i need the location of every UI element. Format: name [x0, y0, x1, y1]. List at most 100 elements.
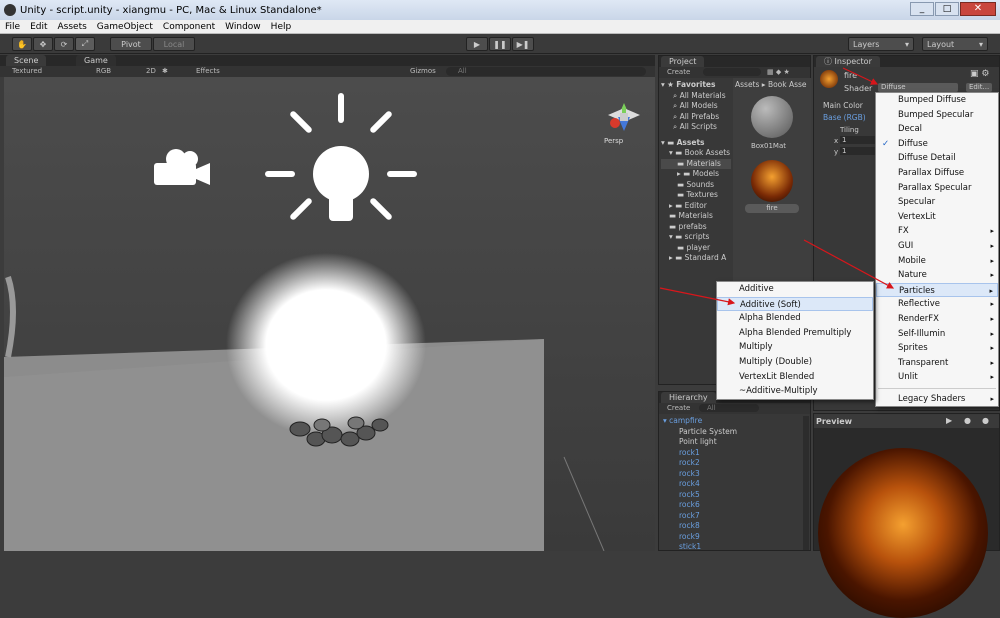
step-button[interactable]: ▶❚	[512, 37, 534, 51]
menu-help[interactable]: Help	[271, 22, 292, 32]
folder-item-selected[interactable]: ▬ Materials	[661, 158, 731, 169]
hierarchy-item[interactable]: rock8	[663, 521, 737, 532]
material-thumb-box01mat[interactable]	[751, 96, 793, 138]
shader-item-vertexlit[interactable]: VertexLit	[876, 210, 998, 225]
menu-assets[interactable]: Assets	[58, 22, 87, 32]
shader-item-renderfx[interactable]: RenderFX ▸	[876, 312, 998, 327]
shader-item-nature[interactable]: Nature ▸	[876, 268, 998, 283]
move-tool-button[interactable]: ✥	[33, 37, 53, 51]
folder-item[interactable]: ▾ ▬ Book Assets	[661, 148, 731, 159]
particles-item-multiply[interactable]: Multiply	[717, 340, 873, 355]
folder-item[interactable]: ▬ Sounds	[661, 180, 731, 191]
hierarchy-item[interactable]: Particle System	[663, 427, 737, 438]
2d-toggle[interactable]: 2D	[146, 66, 156, 77]
maximize-button[interactable]: □	[935, 2, 959, 16]
tab-hierarchy[interactable]: Hierarchy	[661, 392, 716, 403]
shader-item-bumped-specular[interactable]: Bumped Specular	[876, 108, 998, 123]
hierarchy-item[interactable]: Point light	[663, 437, 737, 448]
shader-item-legacy-shaders[interactable]: Legacy Shaders ▸	[876, 392, 998, 407]
fav-item[interactable]: ⌕ All Prefabs	[661, 112, 731, 123]
shader-item-transparent[interactable]: Transparent ▸	[876, 356, 998, 371]
layers-dropdown[interactable]: Layers ▾	[848, 37, 914, 51]
shader-item-particles[interactable]: Particles ▸	[876, 282, 998, 298]
rgb-dropdown[interactable]: RGB	[96, 66, 111, 77]
folder-item[interactable]: ▬ player	[661, 243, 731, 254]
folder-item[interactable]: ▬ Textures	[661, 190, 731, 201]
shader-item-self-illumin[interactable]: Self-Illumin ▸	[876, 327, 998, 342]
hierarchy-item[interactable]: rock9	[663, 532, 737, 543]
particles-item-additive[interactable]: Additive	[717, 282, 873, 297]
shader-item-decal[interactable]: Decal	[876, 122, 998, 137]
shader-item-diffuse[interactable]: ✓ Diffuse	[876, 137, 998, 152]
shader-item-bumped-diffuse[interactable]: Bumped Diffuse	[876, 93, 998, 108]
hierarchy-root[interactable]: ▾ campfire	[663, 416, 737, 427]
preview-sphere-icon[interactable]: ●	[964, 416, 971, 425]
pause-button[interactable]: ❚❚	[489, 37, 511, 51]
shading-dropdown[interactable]: Textured	[12, 66, 42, 77]
menu-file[interactable]: File	[5, 22, 20, 32]
particles-item-alpha-blended-premultiply[interactable]: Alpha Blended Premultiply	[717, 326, 873, 341]
fav-item[interactable]: ⌕ All Models	[661, 101, 731, 112]
tab-inspector[interactable]: ⓘ Inspector	[816, 56, 880, 67]
menu-window[interactable]: Window	[225, 22, 261, 32]
fav-item[interactable]: ⌕ All Scripts	[661, 122, 731, 133]
project-search-input[interactable]	[703, 68, 761, 76]
particles-item-vertexlit-blended[interactable]: VertexLit Blended	[717, 370, 873, 385]
preview-play-icon[interactable]: ▶	[946, 416, 952, 425]
project-create-button[interactable]: Create	[667, 67, 690, 78]
hierarchy-search-input[interactable]: All	[699, 404, 759, 412]
favorites-header[interactable]: ▾ ★ Favorites	[661, 80, 731, 91]
folder-item[interactable]: ▸ ▬ Editor	[661, 201, 731, 212]
close-button[interactable]: ✕	[960, 2, 996, 16]
hierarchy-item[interactable]: rock4	[663, 479, 737, 490]
hierarchy-scrollbar[interactable]	[803, 416, 809, 550]
gizmos-dropdown[interactable]: Gizmos	[410, 66, 436, 77]
shader-dropdown[interactable]: Diffuse	[878, 83, 958, 92]
hierarchy-item[interactable]: rock7	[663, 511, 737, 522]
pivot-toggle[interactable]: Pivot	[110, 37, 152, 51]
shader-item-reflective[interactable]: Reflective ▸	[876, 297, 998, 312]
folder-item[interactable]: ▾ ▬ scripts	[661, 232, 731, 243]
folder-item[interactable]: ▸ ▬ Models	[661, 169, 731, 180]
tab-scene[interactable]: Scene	[6, 55, 47, 66]
shader-item-diffuse-detail[interactable]: Diffuse Detail	[876, 151, 998, 166]
hierarchy-item[interactable]: rock6	[663, 500, 737, 511]
assets-header[interactable]: ▾ ▬ Assets	[661, 138, 731, 149]
hierarchy-create-button[interactable]: Create	[667, 403, 690, 414]
tab-game[interactable]: Game	[76, 55, 116, 66]
settings-icon[interactable]: ▣ ⚙	[970, 69, 989, 79]
shader-edit-button[interactable]: Edit...	[966, 83, 992, 92]
rotate-tool-button[interactable]: ⟳	[54, 37, 74, 51]
preview-light-icon[interactable]: ●	[982, 416, 989, 425]
fav-item[interactable]: ⌕ All Materials	[661, 91, 731, 102]
particles-item-multiply-double[interactable]: Multiply (Double)	[717, 355, 873, 370]
scene-view[interactable]: Persp	[4, 77, 655, 551]
hierarchy-item[interactable]: rock3	[663, 469, 737, 480]
folder-item[interactable]: ▬ prefabs	[661, 222, 731, 233]
shader-item-parallax-diffuse[interactable]: Parallax Diffuse	[876, 166, 998, 181]
shader-item-specular[interactable]: Specular	[876, 195, 998, 210]
play-button[interactable]: ▶	[466, 37, 488, 51]
shader-item-sprites[interactable]: Sprites ▸	[876, 341, 998, 356]
tiling-y-field[interactable]: 1	[840, 147, 876, 155]
shader-item-fx[interactable]: FX ▸	[876, 224, 998, 239]
minimize-button[interactable]: _	[910, 2, 934, 16]
menu-component[interactable]: Component	[163, 22, 215, 32]
particles-item-additive-soft[interactable]: Additive (Soft)	[717, 296, 873, 312]
shader-item-gui[interactable]: GUI ▸	[876, 239, 998, 254]
tiling-x-field[interactable]: 1	[840, 136, 876, 144]
layout-dropdown[interactable]: Layout ▾	[922, 37, 988, 51]
menu-edit[interactable]: Edit	[30, 22, 47, 32]
hierarchy-item[interactable]: rock5	[663, 490, 737, 501]
local-toggle[interactable]: Local	[153, 37, 195, 51]
menu-gameobject[interactable]: GameObject	[97, 22, 153, 32]
scale-tool-button[interactable]: ⤢	[75, 37, 95, 51]
effects-dropdown[interactable]: Effects	[196, 66, 220, 77]
hierarchy-item[interactable]: rock1	[663, 448, 737, 459]
particles-item-additive-multiply[interactable]: ~Additive-Multiply	[717, 384, 873, 399]
tab-project[interactable]: Project	[661, 56, 705, 67]
shader-item-unlit[interactable]: Unlit ▸	[876, 370, 998, 385]
hierarchy-item[interactable]: rock2	[663, 458, 737, 469]
scene-search-input[interactable]: All	[446, 67, 646, 76]
shader-item-parallax-specular[interactable]: Parallax Specular	[876, 181, 998, 196]
